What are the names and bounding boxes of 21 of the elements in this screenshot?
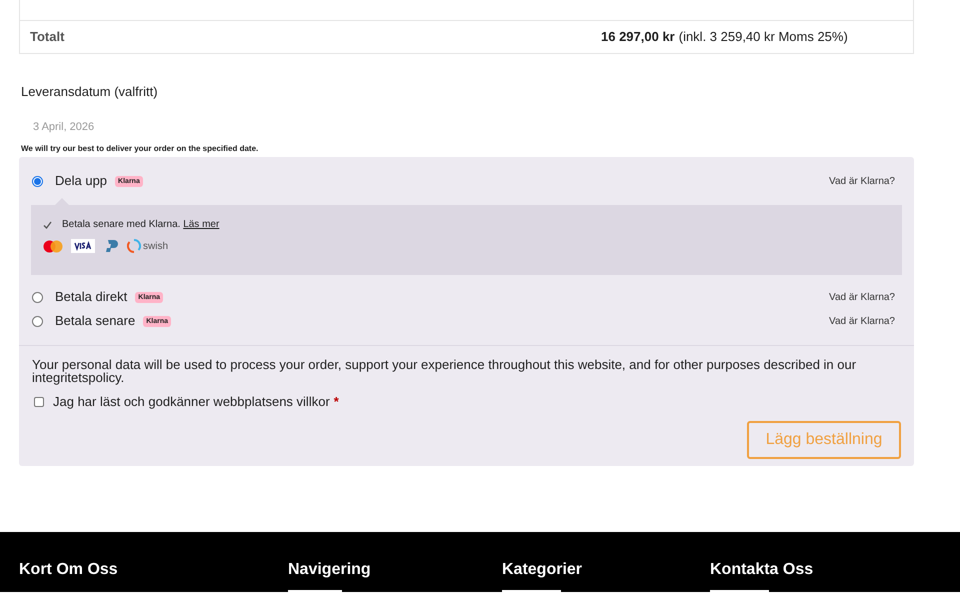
delivery-note: We will try our best to deliver your order on the specified date. — [21, 144, 260, 154]
payment-method-label[interactable]: Betala direkt — [55, 287, 128, 307]
footer-heading: Kategorier — [502, 560, 582, 580]
footer-heading: Kort Om Oss — [19, 560, 118, 580]
privacy-text: Your personal data will be used to process your order, support your experience throughout this website, and for other purposes described in our integritetspolicy. — [32, 358, 858, 384]
payment-method-label[interactable]: Dela upp — [55, 171, 108, 191]
total-label: Totalt — [29, 28, 66, 46]
klarna-details-text: Betala senare med Klarna. Läs mer — [62, 218, 220, 232]
footer-heading: Kontakta Oss — [710, 560, 814, 580]
terms-label[interactable]: Jag har läst och godkänner webbplatsens villkor — [53, 392, 330, 412]
klarna-info-link[interactable]: Vad är Klarna? — [829, 290, 895, 304]
klarna-info-link[interactable]: Vad är Klarna? — [829, 314, 895, 328]
swish-wordmark: swish — [143, 240, 168, 254]
read-more-link[interactable]: Läs mer — [183, 219, 220, 230]
delivery-date-label: Leveransdatum (valfritt) — [21, 84, 159, 100]
footer-heading: Navigering — [288, 560, 371, 580]
tax-note: (inkl. 3 259,40 kr Moms 25%) — [678, 28, 848, 46]
total-amount: 16 297,00 kr — [601, 28, 675, 46]
required-mark: * — [334, 393, 339, 411]
klarna-info-link[interactable]: Vad är Klarna? — [829, 174, 895, 188]
payment-method-label[interactable]: Betala senare — [55, 311, 136, 331]
